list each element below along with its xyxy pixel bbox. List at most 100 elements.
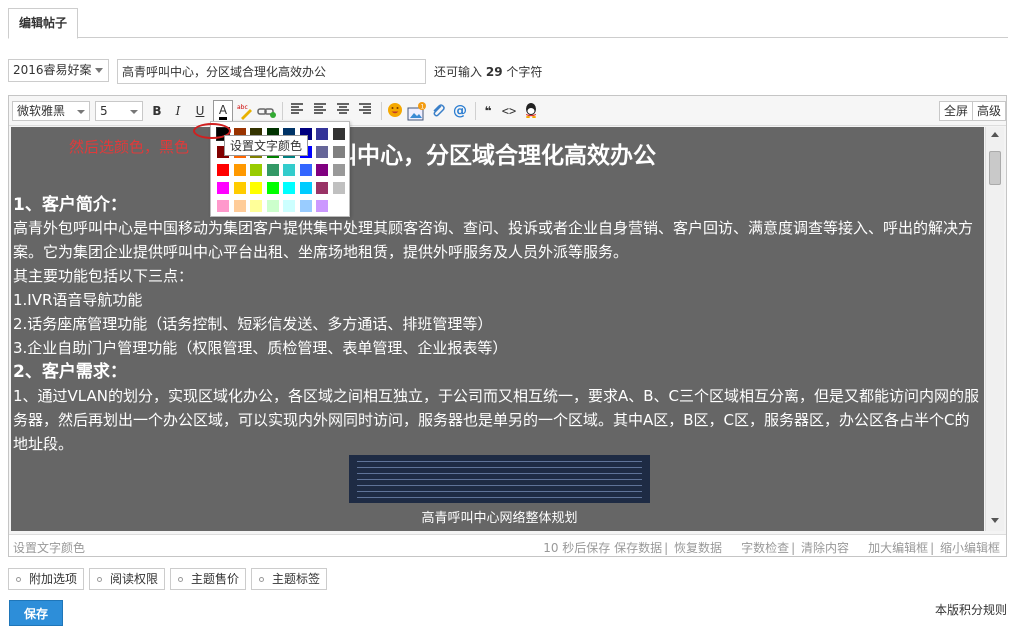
font-family-select[interactable]: 微软雅黑 [12,101,90,121]
align-left-2-button[interactable] [311,102,329,120]
color-swatch[interactable] [332,128,345,140]
color-swatch[interactable] [332,182,345,194]
color-swatch[interactable] [299,200,312,212]
emoji-icon [388,103,402,117]
mention-button[interactable]: @ [451,102,469,120]
color-swatch[interactable] [332,164,345,176]
autosave-countdown: 10 秒后保存 [543,541,611,555]
color-swatch[interactable] [283,200,295,212]
scroll-thumb[interactable] [989,151,1001,185]
color-swatch[interactable] [250,200,262,212]
option-price[interactable]: 主题售价 [170,568,247,590]
color-swatch[interactable] [217,200,229,212]
document-title: 呼叫中心，分区域合理化高效办公 [311,143,656,169]
color-swatch[interactable] [332,146,345,158]
attachment-button[interactable] [429,102,447,120]
editor-content[interactable]: 然后选颜色，黑色 呼叫中心，分区域合理化高效办公 1、客户简介： 高青外包呼叫中… [11,127,984,531]
toolbar-separator [381,102,382,120]
color-swatch[interactable] [266,182,279,194]
color-swatch[interactable] [250,164,262,176]
editor-statusbar: 设置文字颜色 10 秒后保存 保存数据 | 恢复数据 字数检查 | 清除内容 加大编… [9,534,1006,556]
color-swatch[interactable] [250,182,262,194]
char-limit-text: 还可输入 29 个字符 [434,63,542,80]
align-center-button[interactable] [334,102,352,120]
chevron-down-icon [130,110,138,114]
option-addon[interactable]: 附加选项 [8,568,85,590]
color-swatch[interactable] [266,164,279,176]
bullet-icon [178,577,183,582]
quote-icon: ❝ [484,104,492,118]
align-left-icon [291,103,303,114]
char-limit-count: 29 [485,65,503,79]
fullscreen-button[interactable]: 全屏 [939,101,974,121]
advanced-button[interactable]: 高级 [972,101,1006,121]
color-swatch[interactable] [217,182,229,194]
bullet-icon [259,577,264,582]
rich-text-editor: 微软雅黑 5 B I U A abc 1 @ ❝ <> 全屏 高级 然后选颜色，… [8,95,1007,557]
title-input[interactable] [117,59,426,84]
color-swatch[interactable] [316,164,328,176]
paragraph-needs: 1、通过VLAN的划分，实现区域化办公，各区域之间相互独立，于公司而又相互统一，… [13,387,980,453]
quote-button[interactable]: ❝ [479,102,497,120]
option-addon-label: 附加选项 [29,572,78,586]
option-tags[interactable]: 主题标签 [251,568,328,590]
emoji-button[interactable] [386,102,404,120]
align-left-2-icon [314,103,326,114]
heading-client-intro: 1、客户简介： [13,195,127,215]
align-right-button[interactable] [356,102,374,120]
color-swatch[interactable] [233,200,246,212]
credit-rules-link[interactable]: 本版积分规则 [935,601,1007,618]
category-select[interactable]: 2016睿易好案 [8,59,109,82]
color-swatch[interactable] [283,164,295,176]
image-button[interactable]: 1 [407,102,427,121]
underline-button[interactable]: U [191,102,209,120]
color-swatch[interactable] [217,164,229,176]
color-swatch[interactable] [316,200,328,212]
toolbar-separator [282,102,283,120]
paragraph-intro: 高青外包呼叫中心是中国移动为集团客户提供集中处理其顾客咨询、查问、投诉或者企业自… [13,219,974,261]
editor-scrollbar[interactable] [985,127,1004,531]
color-swatch[interactable] [332,200,345,212]
color-swatch[interactable] [233,182,246,194]
attachment-icon [433,104,445,117]
tab-bar: 编辑帖子 [8,8,1008,39]
option-read-permission-label: 阅读权限 [110,572,159,586]
color-swatch[interactable] [233,164,246,176]
color-swatch[interactable] [316,146,328,158]
font-size-select[interactable]: 5 [95,101,143,121]
clear-content-link[interactable]: 清除内容 [801,541,849,555]
color-swatch[interactable] [299,182,312,194]
save-data-link[interactable]: 保存数据 [614,541,662,555]
color-swatch[interactable] [299,164,312,176]
color-swatch[interactable] [316,128,328,140]
align-center-icon [337,103,349,114]
scroll-down-icon[interactable] [991,518,999,523]
word-check-link[interactable]: 字数检查 [741,541,789,555]
shrink-editor-link[interactable]: 缩小编辑框 [940,541,1000,555]
color-swatch[interactable] [316,182,328,194]
link-icon [257,108,276,118]
paragraph-feature-3: 3.企业自助门户管理功能（权限管理、质检管理、表单管理、企业报表等） [13,339,508,357]
option-read-permission[interactable]: 阅读权限 [89,568,166,590]
link-button[interactable] [257,102,277,120]
toolbar-separator [475,102,476,120]
code-button[interactable]: <> [500,102,518,120]
enlarge-editor-link[interactable]: 加大编辑框 [868,541,928,555]
qq-button[interactable] [522,102,540,120]
status-actions: 10 秒后保存 保存数据 | 恢复数据 字数检查 | 清除内容 加大编辑框 | 缩小编… [543,541,1000,555]
bold-button[interactable]: B [148,102,166,120]
align-left-button[interactable] [288,102,306,120]
highlight-button[interactable]: abc [236,102,254,120]
highlight-icon: abc [237,104,252,120]
italic-button[interactable]: I [169,102,187,120]
scroll-up-icon[interactable] [991,132,999,137]
option-price-label: 主题售价 [191,572,240,586]
char-limit-suffix: 个字符 [506,65,543,79]
save-button[interactable]: 保存 [9,600,63,626]
text-color-button[interactable]: A [213,100,233,122]
restore-data-link[interactable]: 恢复数据 [674,541,722,555]
tab-edit-post[interactable]: 编辑帖子 [8,8,79,39]
svg-text:1: 1 [421,104,425,111]
color-swatch[interactable] [266,200,279,212]
color-swatch[interactable] [283,182,295,194]
